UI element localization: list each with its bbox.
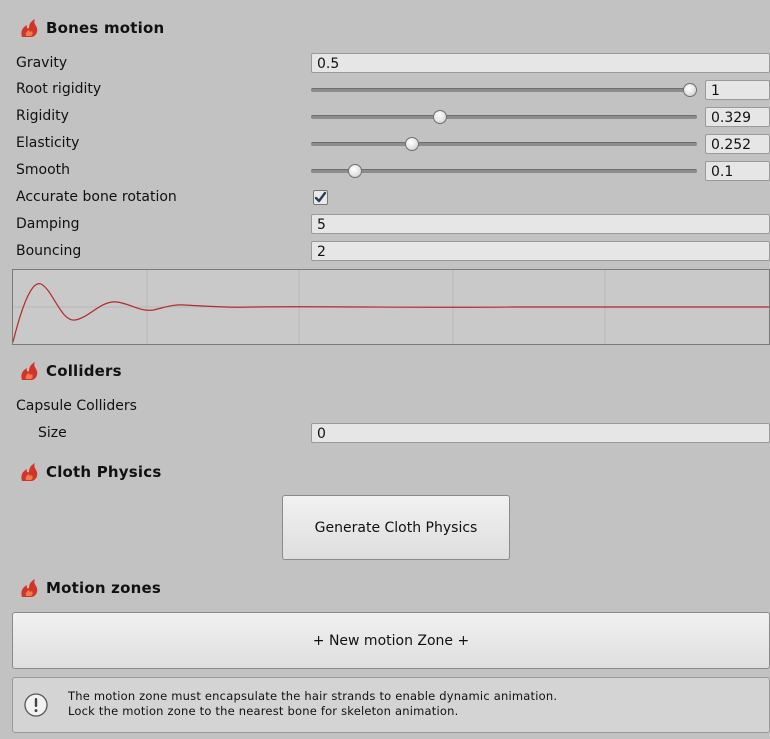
rigidity-label: Rigidity bbox=[16, 108, 69, 124]
capsule-colliders-foldout[interactable]: Capsule Colliders bbox=[16, 395, 137, 417]
bones-motion-header[interactable]: Bones motion bbox=[18, 16, 164, 40]
cloth-physics-header[interactable]: Cloth Physics bbox=[18, 460, 161, 484]
bouncing-field[interactable]: 2 bbox=[311, 241, 770, 261]
flame-icon bbox=[21, 579, 38, 597]
smooth-slider-thumb[interactable] bbox=[348, 164, 363, 178]
elasticity-slider-track[interactable] bbox=[311, 142, 697, 146]
smooth-label: Smooth bbox=[16, 162, 71, 178]
root-rigidity-slider-track[interactable] bbox=[311, 88, 697, 92]
size-field[interactable]: 0 bbox=[311, 423, 770, 443]
section-title: Colliders bbox=[46, 362, 122, 380]
generate-cloth-physics-label: Generate Cloth Physics bbox=[314, 519, 478, 536]
smooth-slider-track[interactable] bbox=[311, 169, 697, 173]
gravity-label: Gravity bbox=[16, 55, 68, 71]
generate-cloth-physics-button[interactable]: Generate Cloth Physics bbox=[282, 495, 510, 560]
section-title: Cloth Physics bbox=[46, 463, 162, 481]
elasticity-slider-thumb[interactable] bbox=[404, 137, 419, 151]
section-title: Bones motion bbox=[46, 19, 165, 37]
smooth-field[interactable]: 0.1 bbox=[705, 161, 770, 181]
damping-field[interactable]: 5 bbox=[311, 214, 770, 234]
motion-curve-graph bbox=[13, 270, 769, 344]
new-motion-zone-button[interactable]: + New motion Zone + bbox=[12, 612, 770, 669]
colliders-header[interactable]: Colliders bbox=[18, 359, 122, 383]
bouncing-label: Bouncing bbox=[16, 243, 82, 259]
help-line-2: Lock the motion zone to the nearest bone… bbox=[68, 704, 459, 718]
new-motion-zone-label: + New motion Zone + bbox=[312, 632, 470, 649]
root-rigidity-slider-thumb[interactable] bbox=[683, 83, 697, 97]
motion-curve-preview[interactable] bbox=[12, 269, 770, 345]
gravity-field[interactable]: 0.5 bbox=[311, 53, 770, 73]
rigidity-field[interactable]: 0.329 bbox=[705, 107, 770, 127]
motion-zone-help-box: The motion zone must encapsulate the hai… bbox=[12, 677, 770, 733]
motion-zones-header[interactable]: Motion zones bbox=[18, 576, 161, 600]
help-line-1: The motion zone must encapsulate the hai… bbox=[68, 689, 558, 703]
flame-icon bbox=[21, 19, 38, 37]
root-rigidity-label: Root rigidity bbox=[16, 81, 102, 97]
info-icon bbox=[24, 693, 48, 717]
flame-icon bbox=[21, 362, 38, 380]
size-label: Size bbox=[38, 425, 67, 441]
elasticity-label: Elasticity bbox=[16, 135, 80, 151]
accurate-rotation-label: Accurate bone rotation bbox=[16, 189, 177, 205]
rigidity-slider-track[interactable] bbox=[311, 115, 697, 119]
section-title: Motion zones bbox=[46, 579, 161, 597]
elasticity-field[interactable]: 0.252 bbox=[705, 134, 770, 154]
root-rigidity-field[interactable]: 1 bbox=[705, 80, 770, 100]
accurate-rotation-checkbox[interactable] bbox=[313, 190, 328, 205]
rigidity-slider-thumb[interactable] bbox=[433, 110, 448, 124]
checkmark-icon bbox=[314, 191, 327, 203]
flame-icon bbox=[21, 463, 38, 481]
damping-label: Damping bbox=[16, 216, 80, 232]
